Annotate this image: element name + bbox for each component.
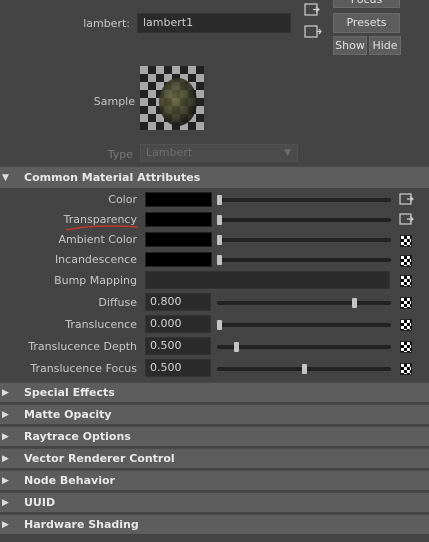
collapsed-arrow-icon: ▶ [2,498,9,508]
slider-track[interactable] [217,238,391,242]
focus-button[interactable]: Focus [333,0,400,8]
bump-mapping-label: Bump Mapping [54,274,137,287]
collapsed-arrow-icon: ▶ [2,388,9,398]
color-swatch[interactable] [145,212,212,227]
checker-icon[interactable] [400,275,412,287]
bump-mapping-field[interactable] [145,271,390,289]
type-dropdown: Lambert ▼ [140,144,298,162]
slider-track[interactable] [217,345,391,349]
connect-icon[interactable] [399,193,414,206]
node-type-label: lambert: [83,17,130,30]
checker-icon[interactable] [400,235,412,247]
value-field[interactable]: 0.800 [145,293,211,311]
attr-label: Ambient Color [58,233,137,246]
collapsed-arrow-icon: ▶ [2,410,9,420]
slider-handle[interactable] [301,364,307,374]
attr-row-incandescence: Incandescence [0,251,429,269]
material-sample-swatch[interactable] [140,66,204,130]
checker-icon[interactable] [400,363,412,375]
attr-row-color: Color [0,191,429,209]
slider-handle[interactable] [217,215,222,225]
section-common-material-attributes[interactable]: ▼ Common Material Attributes [0,166,429,188]
attr-label: Color [108,193,137,206]
attr-row-translucence-focus: Translucence Focus 0.500 [0,359,429,379]
slider-handle[interactable] [217,195,222,205]
slider-track[interactable] [217,218,391,222]
color-swatch[interactable] [145,252,212,267]
attribute-header: lambert: lambert1 Focus Presets Show Hid… [0,0,429,166]
attr-label: Incandescence [54,253,137,266]
type-label: Type [107,148,133,161]
collapsed-arrow-icon: ▶ [2,432,9,442]
value-field[interactable]: 0.500 [145,359,211,377]
slider-track[interactable] [217,301,391,305]
section-vector-renderer-control[interactable]: ▶ Vector Renderer Control [0,448,429,468]
connect-icon[interactable] [399,213,414,226]
attr-row-translucence-depth: Translucence Depth 0.500 [0,337,429,357]
section-special-effects[interactable]: ▶ Special Effects [0,382,429,402]
checker-icon[interactable] [400,297,412,309]
show-button[interactable]: Show [333,36,367,55]
collapsed-arrow-icon: ▶ [2,454,9,464]
chevron-down-icon: ▼ [284,148,291,158]
attr-row-translucence: Translucence 0.000 [0,315,429,335]
attr-label: Translucence Depth [28,340,137,353]
section-node-behavior[interactable]: ▶ Node Behavior [0,470,429,490]
section-matte-opacity[interactable]: ▶ Matte Opacity [0,404,429,424]
collapsed-arrow-icon: ▶ [2,476,9,486]
section-title: Hardware Shading [24,518,139,531]
slider-track[interactable] [217,258,391,262]
attr-label: Translucence Focus [30,362,137,375]
attr-label: Diffuse [98,296,137,309]
hide-button[interactable]: Hide [369,36,401,55]
expanded-arrow-icon: ▼ [2,173,9,183]
value-field[interactable]: 0.000 [145,315,211,333]
presets-button[interactable]: Presets [333,13,400,33]
checker-icon[interactable] [400,341,412,353]
slider-handle[interactable] [217,320,222,330]
section-title: Matte Opacity [24,408,112,421]
attr-row-diffuse: Diffuse 0.800 [0,293,429,313]
section-uuid[interactable]: ▶ UUID [0,492,429,512]
section-title: UUID [24,496,56,509]
color-swatch[interactable] [145,232,212,247]
sample-sphere-icon [159,78,197,126]
slider-handle[interactable] [233,342,239,352]
attr-row-ambient-color: Ambient Color [0,231,429,249]
checker-icon[interactable] [400,319,412,331]
slider-track[interactable] [217,323,391,327]
section-raytrace-options[interactable]: ▶ Raytrace Options [0,426,429,446]
checker-icon[interactable] [400,255,412,267]
color-swatch[interactable] [145,192,212,207]
section-title: Node Behavior [24,474,115,487]
input-connection-icon[interactable] [304,3,320,17]
common-material-body: Color Transparency Ambient Color Incande… [0,188,429,380]
section-title: Special Effects [24,386,115,399]
attr-label: Translucence [65,318,137,331]
collapsed-sections: ▶ Special Effects ▶ Matte Opacity ▶ Raytra… [0,382,429,542]
collapsed-arrow-icon: ▶ [2,520,9,530]
annotation-underline [65,225,139,231]
slider-handle[interactable] [217,255,222,265]
section-title: Raytrace Options [24,430,131,443]
type-dropdown-value: Lambert [146,146,193,159]
slider-handle[interactable] [352,298,358,308]
section-title: Vector Renderer Control [24,452,175,465]
node-name-field[interactable]: lambert1 [137,13,291,33]
slider-handle[interactable] [217,235,222,245]
section-title: Common Material Attributes [24,171,201,184]
value-field[interactable]: 0.500 [145,337,211,355]
section-hardware-shading[interactable]: ▶ Hardware Shading [0,514,429,534]
sample-label: Sample [93,95,135,108]
slider-track[interactable] [217,198,391,202]
output-connection-icon[interactable] [304,25,322,39]
